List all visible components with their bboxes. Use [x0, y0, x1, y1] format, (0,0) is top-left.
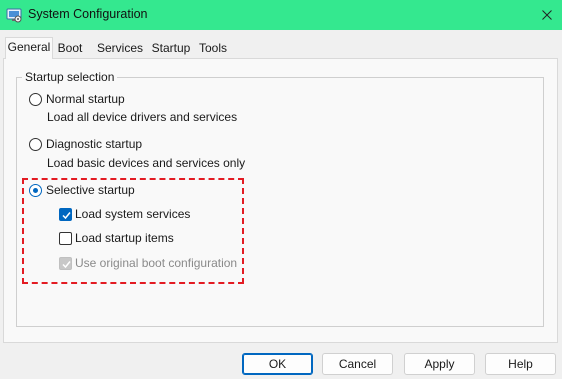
help-button[interactable]: Help	[485, 353, 556, 375]
checkbox-checked-disabled-icon	[59, 256, 72, 270]
normal-startup-radio[interactable]: Normal startup	[29, 92, 125, 106]
title-bar: System Configuration	[0, 0, 562, 30]
close-icon	[542, 10, 552, 20]
use-original-boot-config-label: Use original boot configuration	[75, 256, 238, 270]
tab-services[interactable]: Services	[96, 39, 144, 58]
ok-button[interactable]: OK	[242, 353, 313, 375]
load-startup-items-checkbox[interactable]: Load startup items	[59, 231, 174, 245]
diagnostic-startup-description: Load basic devices and services only	[47, 156, 246, 170]
close-button[interactable]	[532, 0, 562, 30]
normal-startup-label: Normal startup	[46, 92, 125, 106]
selective-startup-label: Selective startup	[46, 183, 135, 197]
system-config-icon	[6, 8, 22, 23]
tab-tools[interactable]: Tools	[197, 39, 229, 58]
normal-startup-description: Load all device drivers and services	[47, 110, 238, 124]
radio-unchecked-icon	[29, 137, 42, 151]
use-original-boot-config-checkbox[interactable]: Use original boot configuration	[59, 256, 237, 270]
checkbox-checked-icon	[59, 207, 72, 221]
cancel-button[interactable]: Cancel	[322, 353, 393, 375]
diagnostic-startup-label: Diagnostic startup	[46, 137, 143, 151]
selective-startup-radio[interactable]: Selective startup	[29, 183, 135, 197]
tab-strip: General Boot Services Startup Tools	[0, 37, 562, 59]
load-system-services-label: Load system services	[75, 207, 191, 221]
window-title: System Configuration	[28, 7, 148, 21]
load-startup-items-label: Load startup items	[75, 231, 174, 245]
radio-unchecked-icon	[29, 92, 42, 106]
checkbox-unchecked-icon	[59, 231, 72, 245]
apply-button[interactable]: Apply	[404, 353, 475, 375]
diagnostic-startup-radio[interactable]: Diagnostic startup	[29, 137, 142, 151]
startup-selection-label: Startup selection	[22, 70, 118, 84]
radio-checked-icon	[29, 183, 42, 197]
tab-general[interactable]: General	[5, 37, 53, 59]
tab-boot[interactable]: Boot	[55, 39, 85, 58]
load-system-services-checkbox[interactable]: Load system services	[59, 207, 190, 221]
tab-startup[interactable]: Startup	[149, 39, 193, 58]
